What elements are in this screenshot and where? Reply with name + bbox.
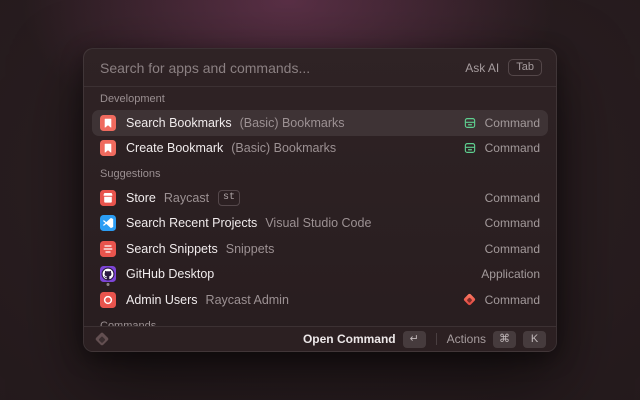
- item-type-label: Command: [485, 191, 540, 205]
- tab-key-badge: Tab: [508, 59, 542, 76]
- search-bar: Ask AI Tab: [84, 49, 556, 87]
- raycast-logo-icon: [95, 332, 109, 346]
- open-command-button[interactable]: Open Command: [303, 332, 396, 346]
- item-subtitle: (Basic) Bookmarks: [231, 141, 336, 155]
- list-item[interactable]: Admin Users Raycast Admin Command: [92, 287, 548, 313]
- list-item[interactable]: Search Recent Projects Visual Studio Code…: [92, 211, 548, 237]
- vscode-icon: [100, 215, 116, 231]
- archive-box-icon: [463, 141, 477, 155]
- ask-ai-label[interactable]: Ask AI: [465, 61, 499, 75]
- github-desktop-icon: [100, 266, 116, 282]
- item-title: Store: [126, 191, 156, 205]
- item-subtitle: (Basic) Bookmarks: [240, 116, 345, 130]
- raycast-diamond-icon: [463, 293, 477, 307]
- store-icon: [100, 190, 116, 206]
- return-key-badge: ↵: [403, 331, 426, 348]
- list-item[interactable]: Store Raycast st Command: [92, 185, 548, 211]
- item-type-label: Command: [485, 141, 540, 155]
- item-title: Create Bookmark: [126, 141, 223, 155]
- k-key-badge: K: [523, 331, 546, 348]
- item-title: Search Bookmarks: [126, 116, 232, 130]
- section-header: Suggestions: [92, 161, 548, 185]
- item-title: Search Recent Projects: [126, 216, 257, 230]
- item-title: GitHub Desktop: [126, 267, 214, 281]
- cmd-key-badge: ⌘: [493, 331, 516, 348]
- bookmarks-icon: [100, 115, 116, 131]
- item-subtitle: Snippets: [226, 242, 275, 256]
- alias-badge: st: [218, 190, 240, 206]
- item-type-label: Command: [485, 116, 540, 130]
- item-title: Admin Users: [126, 293, 198, 307]
- item-title: Search Snippets: [126, 242, 218, 256]
- raycast-admin-icon: [100, 292, 116, 308]
- section-header: Commands: [92, 313, 548, 327]
- item-subtitle: Raycast: [164, 191, 209, 205]
- item-subtitle: Visual Studio Code: [265, 216, 371, 230]
- list-item[interactable]: Search Snippets Snippets Command: [92, 236, 548, 262]
- snippets-icon: [100, 241, 116, 257]
- list-item[interactable]: Create Bookmark (Basic) Bookmarks Command: [92, 136, 548, 162]
- item-type-label: Command: [485, 242, 540, 256]
- item-type-label: Command: [485, 293, 540, 307]
- item-subtitle: Raycast Admin: [206, 293, 289, 307]
- footer-actions: Open Command ↵ Actions ⌘ K: [303, 331, 546, 348]
- list-item[interactable]: GitHub Desktop Application: [92, 262, 548, 288]
- item-type-label: Application: [481, 267, 540, 281]
- bookmarks-icon: [100, 140, 116, 156]
- desktop-background: { "window": { "search": { "placeholder":…: [0, 0, 640, 400]
- footer-divider: [436, 333, 437, 345]
- running-indicator: [107, 283, 110, 286]
- list-item[interactable]: Search Bookmarks (Basic) Bookmarks Command: [92, 110, 548, 136]
- raycast-window: Ask AI Tab Development Search Bookmarks (B…: [83, 48, 557, 352]
- results-list: Development Search Bookmarks (Basic) Bookm…: [84, 86, 556, 326]
- actions-button[interactable]: Actions: [447, 332, 486, 346]
- search-input[interactable]: [98, 59, 465, 77]
- section-header: Development: [92, 86, 548, 110]
- footer-bar: Open Command ↵ Actions ⌘ K: [84, 326, 556, 351]
- archive-box-icon: [463, 116, 477, 130]
- item-type-label: Command: [485, 216, 540, 230]
